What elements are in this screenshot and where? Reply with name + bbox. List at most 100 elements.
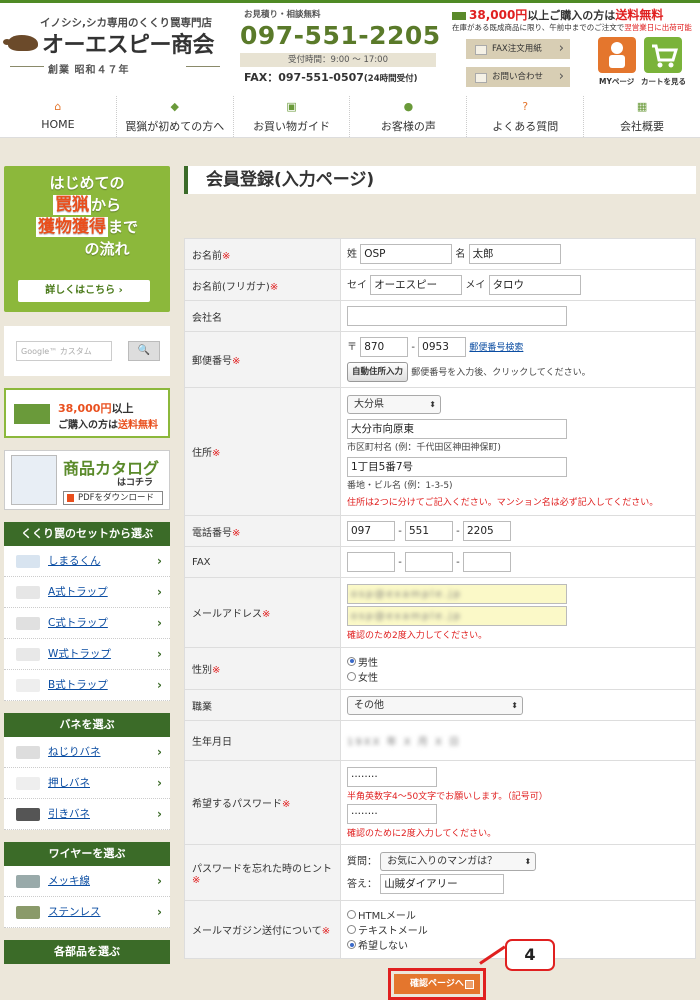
contact-button[interactable]: お問い合わせ <box>466 67 570 87</box>
banner-text: 罠猟 から <box>4 194 170 216</box>
zip-line: 〒 870 - 0953 郵便番号検索 <box>347 337 689 359</box>
required-mark: ※ <box>212 448 221 459</box>
auto-address-button[interactable]: 自動住所入力 <box>347 362 409 382</box>
pdf-download-link[interactable]: PDFをダウンロード <box>63 491 163 505</box>
details-button[interactable]: 詳しくはこちら › <box>18 280 150 302</box>
tel1-input[interactable]: 097 <box>347 521 395 541</box>
required-mark: ※ <box>269 281 279 293</box>
city-note: 市区町村名 (例：千代田区神田神保町) <box>347 443 501 453</box>
magazine-html-radio[interactable]: HTMLメール <box>347 907 689 922</box>
zip1-input[interactable]: 870 <box>360 337 409 357</box>
mypage-icon[interactable] <box>598 37 636 73</box>
list-item[interactable]: C式トラップ › <box>4 608 170 639</box>
chevron-right-icon: › <box>157 585 162 599</box>
cart-icon[interactable] <box>644 37 682 73</box>
list-item[interactable]: B式トラップ › <box>4 670 170 701</box>
mypage-label[interactable]: MYページ <box>599 76 634 87</box>
email-input[interactable]: osp@example.jp <box>347 584 567 604</box>
fax1-input[interactable] <box>347 552 395 572</box>
company-input[interactable] <box>347 306 567 326</box>
field-label: お名前※ <box>184 238 341 270</box>
search-button[interactable]: 🔍 <box>128 341 160 361</box>
list-item[interactable]: W式トラップ › <box>4 639 170 670</box>
zip-search-link[interactable]: 郵便番号検索 <box>469 343 523 353</box>
nav-item-shopping-guide[interactable]: ▣ お買い物ガイド <box>232 96 350 137</box>
radio-label: テキストメール <box>358 926 428 937</box>
label-text: メールマガジン送付について <box>192 926 322 937</box>
first-name-input[interactable]: 太郎 <box>468 244 561 264</box>
nav-item-faq[interactable]: ? よくある質問 <box>466 96 583 137</box>
radio-label: 希望しない <box>358 941 408 952</box>
fax2-input[interactable] <box>404 552 453 572</box>
fax3-input[interactable] <box>462 552 511 572</box>
chevron-right-icon: › <box>157 554 162 568</box>
magazine-text-radio[interactable]: テキストメール <box>347 922 689 937</box>
radio-unchecked-icon <box>347 910 356 919</box>
list-item-label: W式トラップ <box>48 648 111 660</box>
beginners-flow-banner[interactable]: はじめての 罠猟 から 獲物獲得 まで の流れ 詳しくはこちら › <box>4 166 170 312</box>
divider <box>10 66 44 67</box>
email-line-2: osp@example.jp <box>347 606 689 626</box>
list-item[interactable]: メッキ線 › <box>4 866 170 897</box>
list-item[interactable]: 引きバネ › <box>4 799 170 830</box>
sex-male-radio[interactable]: 男性 <box>347 654 689 669</box>
hint-answer-input[interactable]: 山賊ダイアリー <box>380 873 505 894</box>
last-name-kana-input[interactable]: オーエスピー <box>370 275 463 295</box>
banner-highlight: 獲物獲得 <box>35 217 108 237</box>
mei-label: 名 <box>455 249 466 260</box>
tel2-input[interactable]: 551 <box>404 521 453 541</box>
list-item[interactable]: A式トラップ › <box>4 577 170 608</box>
form-row-zip: 郵便番号※ 〒 870 - 0953 郵便番号検索 自動住所入力 郵便番号を入力… <box>184 331 696 388</box>
street-input[interactable]: 1丁目5番7号 <box>347 457 567 477</box>
shipping-sub: 在庫がある既成商品に限り、午前中までのご注文で翌営業日に出荷可能 <box>452 22 692 33</box>
password-input[interactable]: ········ <box>347 766 437 787</box>
product-thumbnail <box>16 555 40 568</box>
nav-label: HOME <box>41 118 75 131</box>
nav-item-home[interactable]: ⌂ HOME <box>0 96 116 137</box>
list-item[interactable]: ねじりバネ › <box>4 737 170 768</box>
phone-number[interactable]: 097-551-2205 <box>240 21 441 50</box>
site-logo[interactable]: オーエスピー商会 <box>3 27 215 59</box>
field-value: 097 - 551 - 2205 <box>340 515 696 547</box>
question-icon: ? <box>522 100 529 113</box>
confirm-page-button[interactable]: 確認ページへ <box>394 974 480 994</box>
tel3-input[interactable]: 2205 <box>462 521 511 541</box>
cart-label[interactable]: カートを見る <box>641 76 686 87</box>
nav-item-voices[interactable]: ● お客様の声 <box>349 96 466 137</box>
list-item[interactable]: しまるくん › <box>4 546 170 577</box>
cart-icon: ▣ <box>286 100 297 113</box>
list-item-label: ステンレス <box>48 906 101 918</box>
hint-answer-label: 答え： <box>347 878 377 890</box>
list-item[interactable]: 押しバネ › <box>4 768 170 799</box>
divider <box>186 66 220 67</box>
required-mark: ※ <box>222 250 231 262</box>
registration-form: お名前※ 姓 OSP 名 太郎 お名前(フリガナ)※ セイ オーエスピー メイ … <box>184 238 696 959</box>
password-confirm-input[interactable]: ········ <box>347 803 437 824</box>
sex-female-radio[interactable]: 女性 <box>347 669 689 684</box>
catalog-banner[interactable]: 商品カタログ はコチラ PDFをダウンロード <box>4 450 170 510</box>
occupation-select[interactable]: その他 <box>347 695 523 715</box>
nav-item-beginners[interactable]: ◆ 罠猟が初めての方へ <box>115 96 233 137</box>
prefecture-select[interactable]: 大分県 <box>347 395 441 414</box>
form-row-address: 住所※ 大分県 大分市向原東 市区町村名 (例：千代田区神田神保町) 1丁目5番… <box>184 387 696 516</box>
search-input[interactable]: Google™ カスタム <box>16 341 112 361</box>
hint-question-line: 質問： お気に入りのマンガは？ <box>347 851 689 874</box>
banner-text: まで <box>107 218 138 236</box>
last-name-input[interactable]: OSP <box>360 244 453 264</box>
fax-form-button[interactable]: FAX注文用紙 <box>466 39 570 59</box>
nav-item-company[interactable]: ▦ 会社概要 <box>583 96 700 137</box>
birthdate-blurred[interactable]: 19XX 年 X 月 X 日 <box>347 733 461 748</box>
first-name-kana-input[interactable]: タロウ <box>488 275 581 295</box>
building-icon: ▦ <box>636 100 648 113</box>
zip2-input[interactable]: 0953 <box>418 337 467 357</box>
dash: - <box>398 526 402 537</box>
hint-question-select[interactable]: お気に入りのマンガは？ <box>380 851 537 871</box>
auto-address-line: 自動住所入力 郵便番号を入力後、クリックしてください。 <box>347 362 689 382</box>
free-shipping-banner[interactable]: 38,000円以上 ご購入の方は送料無料 <box>4 388 170 438</box>
list-item[interactable]: ステンレス › <box>4 897 170 928</box>
radio-label: HTMLメール <box>358 911 416 922</box>
chevron-right-icon: › <box>157 647 162 661</box>
email-confirm-input[interactable]: osp@example.jp <box>347 606 567 626</box>
street-note: 番地・ビル名 (例：1-3-5) <box>347 481 453 491</box>
city-input[interactable]: 大分市向原東 <box>347 419 567 439</box>
